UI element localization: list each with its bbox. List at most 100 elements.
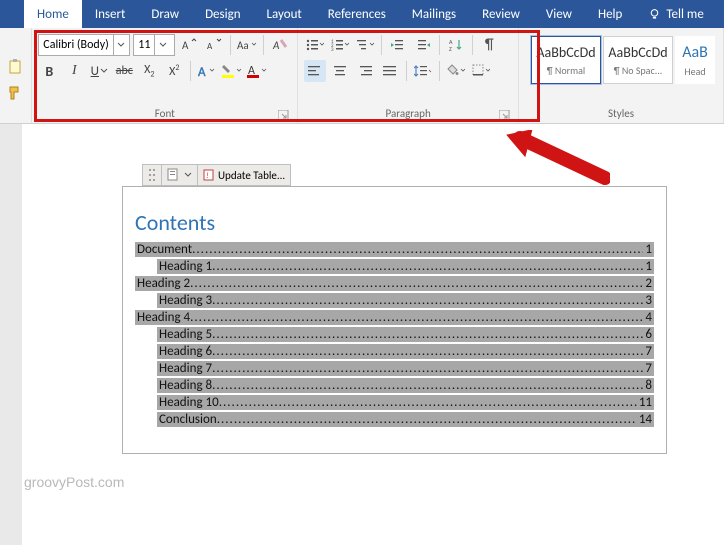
separator: [263, 35, 264, 55]
toc-leader-dots: ........................................…: [212, 344, 643, 359]
toc-entry-page: 7: [643, 344, 652, 359]
style-no-spacing[interactable]: AaBbCcDd ¶ No Spac...: [603, 36, 673, 84]
align-right-button[interactable]: [354, 60, 376, 82]
tab-tellme[interactable]: Tell me: [635, 0, 716, 28]
font-size-combo[interactable]: 11: [133, 34, 175, 56]
bold-button[interactable]: B: [38, 60, 60, 82]
toc-list: Document................................…: [135, 242, 654, 427]
toc-leader-dots: ........................................…: [212, 378, 643, 393]
svg-text:A: A: [198, 65, 206, 79]
line-spacing-button[interactable]: [412, 60, 434, 82]
document-page: Contents Document.......................…: [122, 186, 667, 454]
toc-entry[interactable]: Heading 3...............................…: [157, 293, 654, 308]
toc-entry[interactable]: Heading 1...............................…: [157, 259, 654, 274]
justify-button[interactable]: [379, 60, 401, 82]
clear-formatting-button[interactable]: A: [269, 34, 291, 56]
toc-entry-page: 1: [643, 242, 652, 257]
toc-entry-page: 2: [643, 276, 652, 291]
toc-entry-page: 8: [643, 378, 652, 393]
borders-button[interactable]: [470, 60, 492, 82]
grow-font-button[interactable]: A: [178, 34, 200, 56]
svg-text:A: A: [182, 39, 189, 52]
bullets-button[interactable]: [304, 34, 326, 56]
separator: [439, 61, 440, 81]
paragraph-dialog-launcher-icon[interactable]: [499, 110, 510, 121]
toc-entry-label: Heading 10: [159, 395, 219, 410]
toc-entry-page: 11: [637, 395, 652, 410]
update-table-label: Update Table...: [218, 169, 285, 182]
paste-button[interactable]: [6, 57, 26, 77]
toc-entry[interactable]: Heading 4...............................…: [135, 310, 654, 325]
toc-entry-page: 1: [643, 259, 652, 274]
tab-mailings[interactable]: Mailings: [399, 0, 469, 28]
separator: [381, 35, 382, 55]
sort-button[interactable]: AZ: [445, 34, 467, 56]
tab-design[interactable]: Design: [192, 0, 253, 28]
toc-entry[interactable]: Heading 5...............................…: [157, 327, 654, 342]
font-dialog-launcher-icon[interactable]: [278, 110, 289, 121]
toc-entry-label: Heading 4: [137, 310, 190, 325]
styles-group-label: Styles: [525, 105, 717, 123]
toc-entry[interactable]: Heading 6...............................…: [157, 344, 654, 359]
format-painter-button[interactable]: [6, 83, 26, 103]
tab-review[interactable]: Review: [469, 0, 533, 28]
ribbon: Calibri (Body) 11 A A Aa A B I U abc: [0, 28, 724, 124]
svg-text:A: A: [207, 41, 213, 52]
underline-button[interactable]: U: [88, 60, 110, 82]
show-paragraph-marks-button[interactable]: ¶: [478, 34, 500, 56]
multilevel-list-button[interactable]: [354, 34, 376, 56]
separator: [406, 61, 407, 81]
toc-entry[interactable]: Heading 7...............................…: [157, 361, 654, 376]
toc-entry-page: 7: [643, 361, 652, 376]
shading-button[interactable]: [445, 60, 467, 82]
tab-home[interactable]: Home: [24, 0, 82, 28]
tellme-label: Tell me: [666, 7, 703, 22]
toc-entry[interactable]: Heading 8...............................…: [157, 378, 654, 393]
align-center-button[interactable]: [329, 60, 351, 82]
shrink-font-button[interactable]: A: [203, 34, 225, 56]
toc-update-button[interactable]: ! Update Table...: [198, 165, 290, 185]
tab-draw[interactable]: Draw: [138, 0, 192, 28]
tab-insert[interactable]: Insert: [82, 0, 139, 28]
font-color-button[interactable]: A: [246, 60, 268, 82]
decrease-indent-button[interactable]: [387, 34, 409, 56]
svg-text:Aa: Aa: [237, 39, 249, 52]
svg-text:3: 3: [331, 47, 334, 52]
highlight-button[interactable]: [221, 60, 243, 82]
style-normal[interactable]: AaBbCcDd ¶ Normal: [531, 36, 601, 84]
paragraph-group: 123 AZ ¶ Par: [298, 28, 519, 123]
font-name-combo[interactable]: Calibri (Body): [38, 34, 130, 56]
increase-indent-button[interactable]: [412, 34, 434, 56]
tab-view[interactable]: View: [533, 0, 585, 28]
change-case-button[interactable]: Aa: [236, 34, 258, 56]
strikethrough-button[interactable]: abc: [113, 60, 135, 82]
tab-help[interactable]: Help: [585, 0, 635, 28]
tab-layout[interactable]: Layout: [254, 0, 315, 28]
font-name-dropdown-icon: [113, 35, 129, 55]
style-heading-partial[interactable]: AaB Head: [675, 36, 715, 84]
toc-entry[interactable]: Conclusion..............................…: [157, 412, 654, 427]
font-size-value: 11: [134, 38, 154, 52]
align-left-button[interactable]: [304, 60, 326, 82]
numbering-button[interactable]: 123: [329, 34, 351, 56]
superscript-button[interactable]: X2: [163, 60, 185, 82]
svg-text:A: A: [272, 39, 280, 52]
toc-entry-label: Heading 8: [159, 378, 212, 393]
toc-entry[interactable]: Document................................…: [135, 242, 654, 257]
subscript-button[interactable]: X2: [138, 60, 160, 82]
watermark: groovyPost.com: [24, 474, 124, 490]
style-name: Head: [684, 65, 705, 78]
separator: [472, 35, 473, 55]
toc-menu-button[interactable]: [162, 165, 198, 185]
toc-grip-icon[interactable]: [143, 165, 162, 185]
toc-entry[interactable]: Heading 10..............................…: [157, 395, 654, 410]
toc-entry[interactable]: Heading 2...............................…: [135, 276, 654, 291]
italic-button[interactable]: I: [63, 60, 85, 82]
tab-references[interactable]: References: [315, 0, 399, 28]
toc-entry-label: Heading 7: [159, 361, 212, 376]
text-effects-button[interactable]: A: [196, 60, 218, 82]
separator: [190, 61, 191, 81]
font-group-label: Font: [38, 105, 291, 123]
toc-entry-label: Heading 1: [159, 259, 212, 274]
separator: [230, 35, 231, 55]
